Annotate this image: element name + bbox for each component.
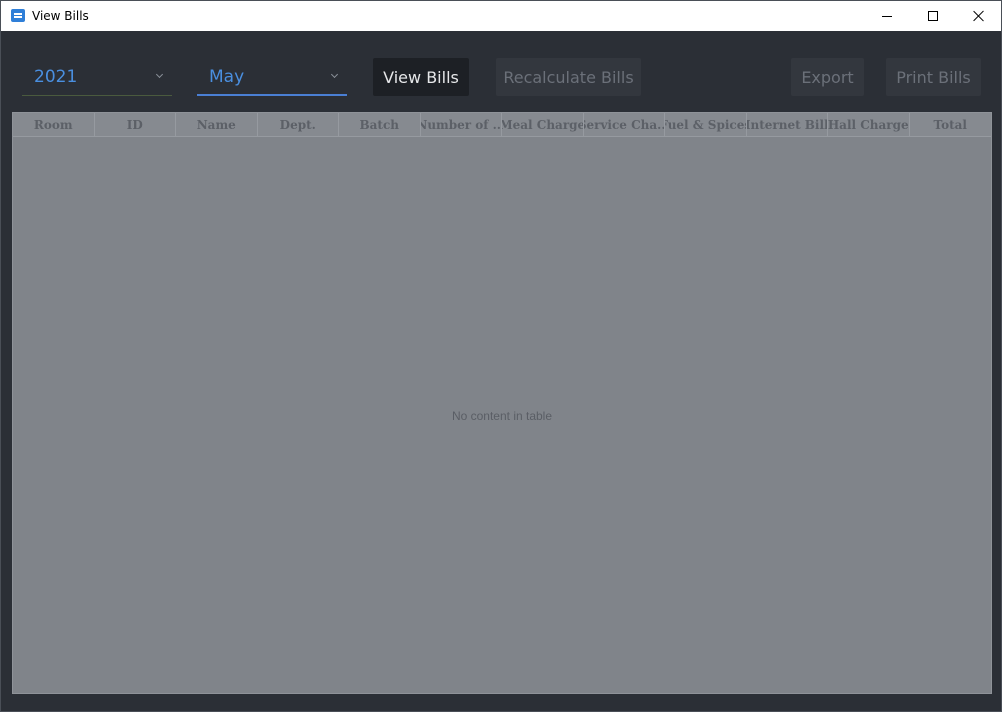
recalculate-bills-button[interactable]: Recalculate Bills bbox=[496, 58, 641, 96]
column-header-meal-charge[interactable]: Meal Charge bbox=[502, 113, 584, 137]
close-button[interactable] bbox=[956, 1, 1002, 31]
month-select[interactable]: May bbox=[197, 58, 347, 96]
close-icon bbox=[973, 10, 985, 22]
view-bills-button[interactable]: View Bills bbox=[373, 58, 469, 96]
column-header-service-charge[interactable]: Service Cha... bbox=[584, 113, 665, 137]
maximize-icon bbox=[928, 11, 938, 21]
chevron-down-icon bbox=[331, 72, 339, 80]
column-header-hall-charge[interactable]: Hall Charge bbox=[828, 113, 910, 137]
year-select[interactable]: 2021 bbox=[22, 58, 172, 96]
column-header-name[interactable]: Name bbox=[176, 113, 258, 137]
year-select-value: 2021 bbox=[34, 67, 78, 87]
column-header-total[interactable]: Total bbox=[910, 113, 992, 137]
minimize-button[interactable] bbox=[864, 1, 910, 31]
minimize-icon bbox=[882, 15, 892, 17]
month-select-value: May bbox=[209, 67, 245, 87]
column-header-fuel-spices[interactable]: Fuel & Spices bbox=[665, 113, 747, 137]
column-header-number-of[interactable]: Number of ... bbox=[421, 113, 502, 137]
window-title: View Bills bbox=[32, 9, 89, 23]
column-header-batch[interactable]: Batch bbox=[339, 113, 421, 137]
column-header-dept[interactable]: Dept. bbox=[258, 113, 339, 137]
table-header: Room ID Name Dept. Batch Number of ... M… bbox=[13, 113, 991, 137]
column-header-room[interactable]: Room bbox=[13, 113, 95, 137]
title-bar: View Bills bbox=[1, 1, 1001, 31]
column-header-id[interactable]: ID bbox=[95, 113, 176, 137]
app-window: View Bills 2021 May View Bills Recalcula… bbox=[0, 0, 1002, 712]
export-button[interactable]: Export bbox=[791, 58, 864, 96]
bills-table[interactable]: Room ID Name Dept. Batch Number of ... M… bbox=[12, 112, 992, 694]
print-bills-button[interactable]: Print Bills bbox=[886, 58, 981, 96]
chevron-down-icon bbox=[156, 72, 164, 80]
column-header-internet-bill[interactable]: Internet Bill bbox=[747, 113, 828, 137]
empty-table-message: No content in table bbox=[451, 409, 553, 423]
maximize-button[interactable] bbox=[910, 1, 956, 31]
app-icon bbox=[11, 9, 25, 22]
